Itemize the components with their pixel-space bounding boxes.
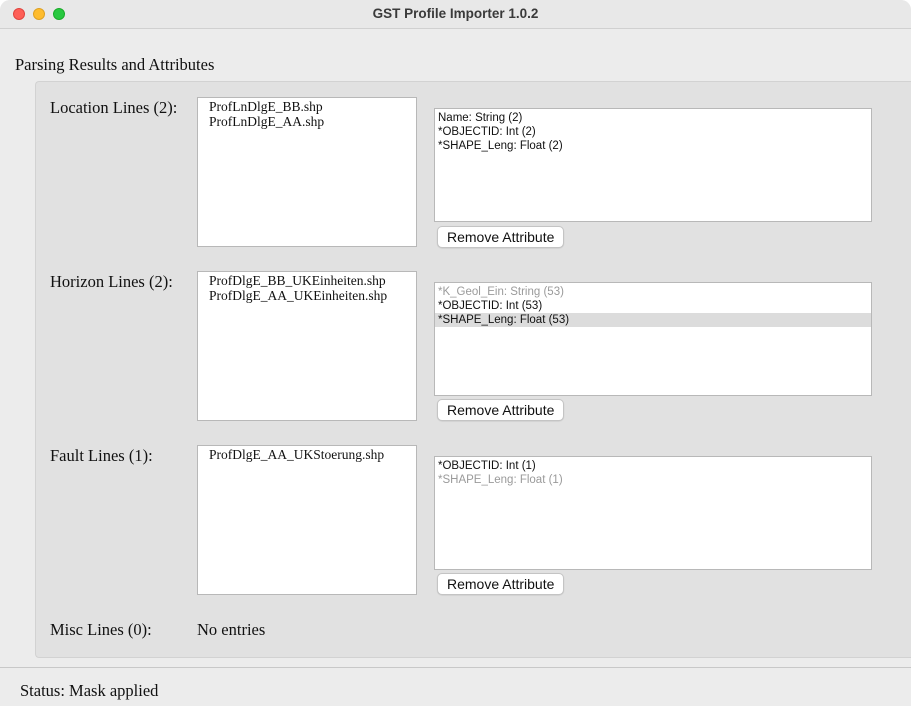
fault-lines-file-list[interactable]: ProfDlgE_AA_UKStoerung.shp bbox=[197, 445, 417, 595]
file-list-item[interactable]: ProfDlgE_AA_UKEinheiten.shp bbox=[209, 288, 416, 303]
horizon-lines-remove-attribute-button[interactable]: Remove Attribute bbox=[437, 399, 565, 421]
location-lines-label: Location Lines (2): bbox=[50, 98, 178, 117]
attribute-item-selected[interactable]: *SHAPE_Leng: Float (53) bbox=[435, 313, 871, 327]
file-list-item[interactable]: ProfLnDlgE_AA.shp bbox=[209, 114, 416, 129]
location-lines-file-list[interactable]: ProfLnDlgE_BB.shp ProfLnDlgE_AA.shp bbox=[197, 97, 417, 247]
file-list-item[interactable]: ProfDlgE_BB_UKEinheiten.shp bbox=[209, 273, 416, 288]
horizon-lines-file-list[interactable]: ProfDlgE_BB_UKEinheiten.shp ProfDlgE_AA_… bbox=[197, 271, 417, 421]
attribute-item[interactable]: *OBJECTID: Int (2) bbox=[435, 125, 871, 139]
horizon-lines-attribute-list[interactable]: *K_Geol_Ein: String (53) *OBJECTID: Int … bbox=[434, 282, 872, 396]
attribute-item[interactable]: *OBJECTID: Int (1) bbox=[435, 459, 871, 473]
horizon-lines-label: Horizon Lines (2): bbox=[50, 272, 173, 291]
section-title: Parsing Results and Attributes bbox=[15, 55, 215, 74]
attribute-item[interactable]: *K_Geol_Ein: String (53) bbox=[435, 285, 871, 299]
misc-lines-label: Misc Lines (0): bbox=[50, 620, 152, 639]
fault-lines-label: Fault Lines (1): bbox=[50, 446, 153, 465]
attribute-item[interactable]: *SHAPE_Leng: Float (1) bbox=[435, 473, 871, 487]
status-text: Status: Mask applied bbox=[20, 681, 159, 700]
attribute-item[interactable]: Name: String (2) bbox=[435, 111, 871, 125]
file-list-item[interactable]: ProfDlgE_AA_UKStoerung.shp bbox=[209, 447, 416, 462]
window-title: GST Profile Importer 1.0.2 bbox=[372, 6, 539, 21]
misc-lines-value: No entries bbox=[197, 620, 266, 639]
file-list-item[interactable]: ProfLnDlgE_BB.shp bbox=[209, 99, 416, 114]
fault-lines-remove-attribute-button[interactable]: Remove Attribute bbox=[437, 573, 565, 595]
attribute-item[interactable]: *SHAPE_Leng: Float (2) bbox=[435, 139, 871, 153]
attribute-item[interactable]: *OBJECTID: Int (53) bbox=[435, 299, 871, 313]
title-bar: GST Profile Importer 1.0.2 bbox=[0, 0, 911, 29]
app-window: GST Profile Importer 1.0.2 Parsing Resul… bbox=[0, 0, 911, 706]
location-lines-remove-attribute-button[interactable]: Remove Attribute bbox=[437, 226, 565, 248]
fault-lines-attribute-list[interactable]: *OBJECTID: Int (1) *SHAPE_Leng: Float (1… bbox=[434, 456, 872, 570]
status-bar: Status: Mask applied bbox=[0, 667, 911, 706]
location-lines-attribute-list[interactable]: Name: String (2) *OBJECTID: Int (2) *SHA… bbox=[434, 108, 872, 222]
